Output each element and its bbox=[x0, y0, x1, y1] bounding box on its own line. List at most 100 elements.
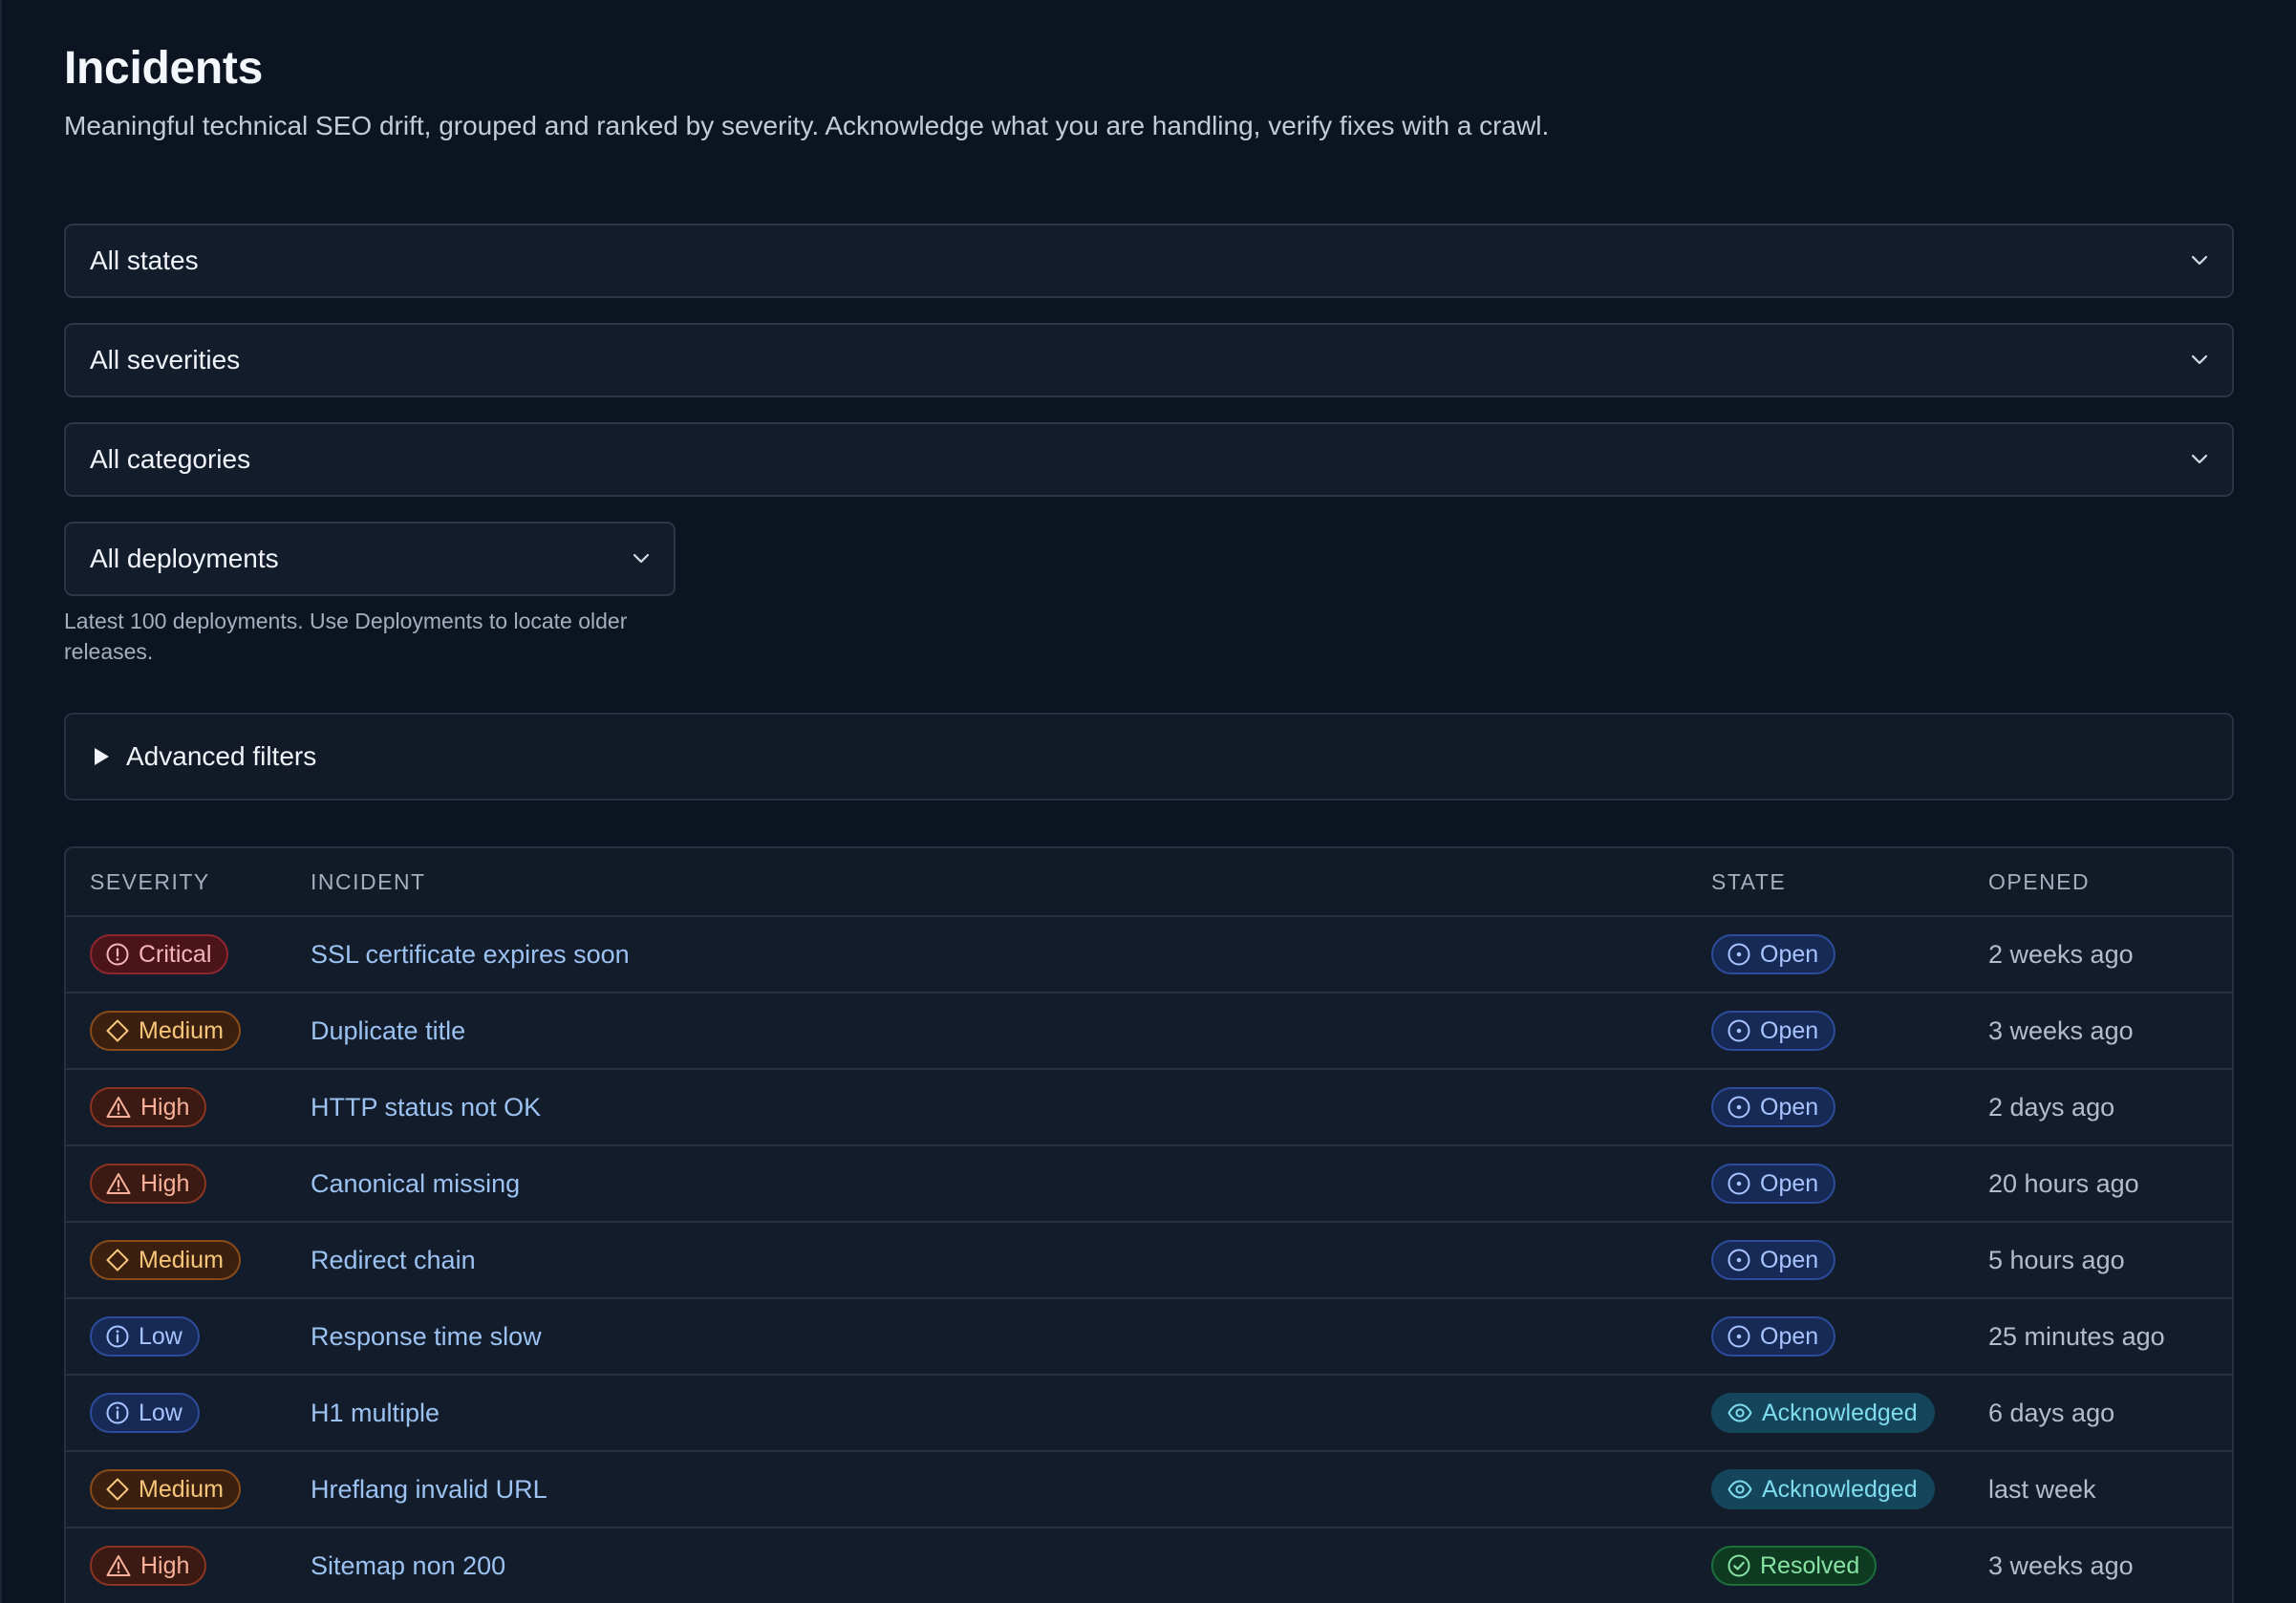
state-badge: Open bbox=[1711, 1087, 1836, 1127]
page-subtitle: Meaningful technical SEO drift, grouped … bbox=[64, 111, 1550, 140]
state-cell: Open bbox=[1711, 1240, 1988, 1280]
eye-icon bbox=[1727, 1403, 1752, 1422]
state-label: Open bbox=[1760, 1093, 1819, 1121]
warning-triangle-icon bbox=[106, 1097, 131, 1118]
state-cell: Open bbox=[1711, 1011, 1988, 1051]
column-header-state[interactable]: STATE bbox=[1711, 869, 1988, 895]
severity-badge: Medium bbox=[90, 1011, 241, 1051]
opened-time: 6 days ago bbox=[1988, 1398, 2115, 1427]
opened-time: 25 minutes ago bbox=[1988, 1321, 2165, 1351]
severity-cell: Critical bbox=[66, 934, 311, 974]
incident-link[interactable]: SSL certificate expires soon bbox=[311, 940, 630, 969]
opened-time: 2 days ago bbox=[1988, 1092, 2115, 1122]
opened-cell: 2 weeks ago bbox=[1988, 940, 2232, 970]
severity-label: Critical bbox=[139, 940, 212, 968]
chevron-down-icon bbox=[2191, 454, 2208, 464]
incident-link[interactable]: Hreflang invalid URL bbox=[311, 1475, 547, 1504]
state-cell: Acknowledged bbox=[1711, 1393, 1988, 1433]
severity-badge: Medium bbox=[90, 1240, 241, 1280]
check-circle-icon bbox=[1727, 1554, 1750, 1577]
table-row[interactable]: High HTTP status not OK Open 2 days ago bbox=[66, 1070, 2232, 1146]
incidents-table: SEVERITY INCIDENT STATE OPENED Critical S… bbox=[64, 846, 2234, 1603]
table-row[interactable]: Critical SSL certificate expires soon Open… bbox=[66, 917, 2232, 994]
opened-cell: 5 hours ago bbox=[1988, 1246, 2232, 1275]
severity-badge: High bbox=[90, 1546, 207, 1586]
incident-link[interactable]: Canonical missing bbox=[311, 1169, 520, 1198]
state-badge: Acknowledged bbox=[1711, 1469, 1935, 1509]
severity-filter-select[interactable]: All severities bbox=[64, 323, 2234, 397]
state-badge: Resolved bbox=[1711, 1546, 1878, 1586]
opened-cell: last week bbox=[1988, 1475, 2232, 1505]
incident-link[interactable]: Sitemap non 200 bbox=[311, 1551, 505, 1580]
table-row[interactable]: High Sitemap non 200 Resolved 3 weeks ago bbox=[66, 1528, 2232, 1603]
severity-badge: Medium bbox=[90, 1469, 241, 1509]
deployment-filter-select[interactable]: All deployments bbox=[64, 522, 676, 596]
severity-label: Medium bbox=[139, 1475, 224, 1503]
table-row[interactable]: Low Response time slow Open 25 minutes ago bbox=[66, 1299, 2232, 1376]
incident-cell: Redirect chain bbox=[311, 1246, 1711, 1275]
severity-filter-value: All severities bbox=[90, 345, 241, 374]
diamond-icon bbox=[106, 1019, 129, 1042]
incident-link[interactable]: Response time slow bbox=[311, 1322, 542, 1351]
state-label: Acknowledged bbox=[1762, 1475, 1918, 1503]
state-label: Open bbox=[1760, 1246, 1819, 1273]
incident-link[interactable]: HTTP status not OK bbox=[311, 1093, 541, 1122]
table-row[interactable]: Low H1 multiple Acknowledged 6 days ago bbox=[66, 1376, 2232, 1452]
category-filter-value: All categories bbox=[90, 444, 251, 474]
opened-time: 3 weeks ago bbox=[1988, 1015, 2134, 1045]
chevron-down-icon bbox=[2191, 354, 2208, 365]
incident-link[interactable]: Redirect chain bbox=[311, 1246, 476, 1274]
incident-cell: HTTP status not OK bbox=[311, 1093, 1711, 1122]
severity-cell: Medium bbox=[66, 1240, 311, 1280]
severity-badge: Low bbox=[90, 1316, 200, 1357]
severity-label: Low bbox=[139, 1322, 182, 1350]
column-header-incident[interactable]: INCIDENT bbox=[311, 869, 1711, 895]
severity-badge: High bbox=[90, 1164, 207, 1204]
state-label: Open bbox=[1760, 940, 1819, 968]
state-badge: Open bbox=[1711, 1316, 1836, 1357]
opened-cell: 2 days ago bbox=[1988, 1093, 2232, 1122]
state-cell: Open bbox=[1711, 1087, 1988, 1127]
chevron-down-icon bbox=[633, 553, 650, 564]
state-cell: Open bbox=[1711, 1316, 1988, 1357]
alert-circle-icon bbox=[106, 943, 129, 966]
incidents-page: Incidents Meaningful technical SEO drift… bbox=[0, 0, 2296, 1603]
severity-cell: High bbox=[66, 1546, 311, 1586]
circle-dot-icon bbox=[1727, 1172, 1750, 1195]
circle-dot-icon bbox=[1727, 1325, 1750, 1348]
incident-link[interactable]: H1 multiple bbox=[311, 1399, 440, 1427]
chevron-down-icon bbox=[2191, 255, 2208, 266]
severity-label: Medium bbox=[139, 1016, 224, 1044]
state-filter-select[interactable]: All states bbox=[64, 224, 2234, 298]
severity-cell: Low bbox=[66, 1393, 311, 1433]
opened-time: 20 hours ago bbox=[1988, 1168, 2139, 1198]
column-header-opened[interactable]: OPENED bbox=[1988, 869, 2232, 895]
table-row[interactable]: Medium Duplicate title Open 3 weeks ago bbox=[66, 994, 2232, 1070]
severity-label: High bbox=[140, 1093, 190, 1121]
state-label: Open bbox=[1760, 1322, 1819, 1350]
table-row[interactable]: Medium Hreflang invalid URL Acknowledged la… bbox=[66, 1452, 2232, 1528]
state-cell: Acknowledged bbox=[1711, 1469, 1988, 1509]
opened-cell: 20 hours ago bbox=[1988, 1169, 2232, 1199]
column-header-severity[interactable]: SEVERITY bbox=[66, 869, 311, 895]
state-label: Open bbox=[1760, 1016, 1819, 1044]
state-cell: Resolved bbox=[1711, 1546, 1988, 1586]
severity-label: Medium bbox=[139, 1246, 224, 1273]
table-row[interactable]: Medium Redirect chain Open 5 hours ago bbox=[66, 1223, 2232, 1299]
state-label: Resolved bbox=[1760, 1551, 1860, 1579]
deployment-filter-value: All deployments bbox=[90, 544, 279, 573]
state-cell: Open bbox=[1711, 1164, 1988, 1204]
state-label: Open bbox=[1760, 1169, 1819, 1197]
info-circle-icon bbox=[106, 1325, 129, 1348]
state-badge: Open bbox=[1711, 1164, 1836, 1204]
table-header: SEVERITY INCIDENT STATE OPENED bbox=[66, 848, 2232, 917]
severity-cell: High bbox=[66, 1087, 311, 1127]
table-row[interactable]: High Canonical missing Open 20 hours ago bbox=[66, 1146, 2232, 1223]
severity-label: High bbox=[140, 1169, 190, 1197]
advanced-filters-toggle[interactable]: Advanced filters bbox=[64, 713, 2234, 801]
category-filter-select[interactable]: All categories bbox=[64, 422, 2234, 497]
diamond-icon bbox=[106, 1249, 129, 1272]
incident-link[interactable]: Duplicate title bbox=[311, 1016, 465, 1045]
eye-icon bbox=[1727, 1480, 1752, 1499]
circle-dot-icon bbox=[1727, 1019, 1750, 1042]
